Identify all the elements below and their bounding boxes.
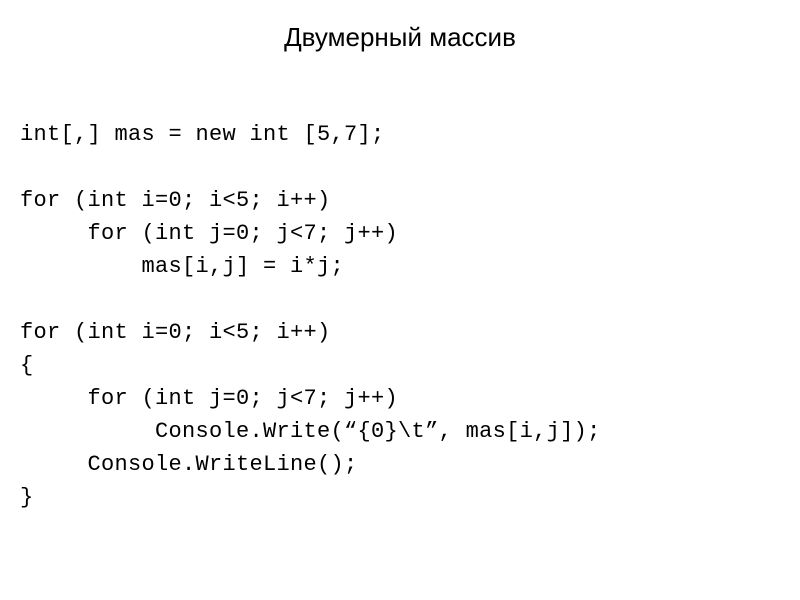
page-title: Двумерный массив [20, 18, 780, 57]
code-line: Console.Write(“{0}\t”, mas[i,j]); [20, 419, 601, 444]
code-line: int[,] mas = new int [5,7]; [20, 122, 385, 147]
code-line: for (int j=0; j<7; j++) [20, 386, 398, 411]
code-line: { [20, 353, 34, 378]
code-line: mas[i,j] = i*j; [20, 254, 344, 279]
code-line: Console.WriteLine(); [20, 452, 358, 477]
code-block: int[,] mas = new int [5,7]; for (int i=0… [20, 85, 780, 514]
code-line: } [20, 485, 34, 510]
code-line: for (int i=0; i<5; i++) [20, 320, 331, 345]
code-line: for (int i=0; i<5; i++) [20, 188, 331, 213]
code-line: for (int j=0; j<7; j++) [20, 221, 398, 246]
